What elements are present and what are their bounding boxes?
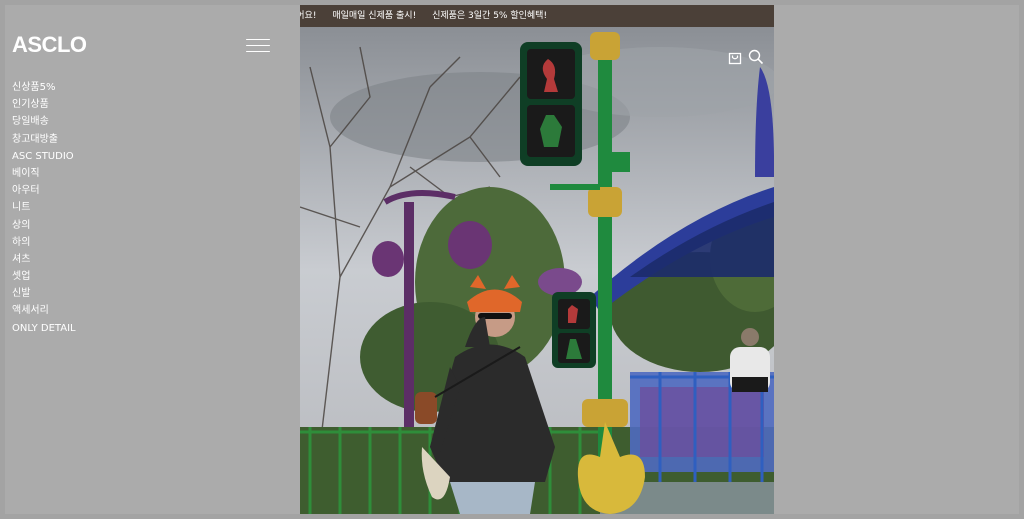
banner-message: 신제품은 3일간 5% 할인혜택!	[432, 11, 548, 21]
nav-item-bottom[interactable]: 하의	[12, 234, 76, 251]
brand-logo[interactable]: ASCLO	[12, 32, 87, 58]
nav-item-setup[interactable]: 셋업	[12, 268, 76, 285]
nav-item-basic[interactable]: 베이직	[12, 165, 76, 182]
announcement-banner: 있어요! 매일매일 신제품 출시! 신제품은 3일간 5% 할인혜택!	[300, 5, 774, 27]
banner-message: 매일매일 신제품 출시!	[332, 11, 417, 21]
nav-item-top[interactable]: 상의	[12, 217, 76, 234]
nav-item-outer[interactable]: 아우터	[12, 182, 76, 199]
nav-item-asc-studio[interactable]: ASC STUDIO	[12, 148, 76, 165]
nav-item-new-arrivals[interactable]: 신상품5%	[12, 79, 76, 96]
hero-photo[interactable]	[300, 27, 774, 514]
nav-item-popular[interactable]: 인기상품	[12, 96, 76, 113]
banner-message: 있어요!	[300, 11, 317, 21]
hamburger-menu-icon[interactable]	[246, 36, 272, 56]
nav-item-warehouse-sale[interactable]: 창고대방출	[12, 131, 76, 148]
nav-item-only-detail[interactable]: ONLY DETAIL	[12, 320, 76, 337]
nav-item-shirts[interactable]: 셔츠	[12, 251, 76, 268]
nav-item-same-day-delivery[interactable]: 당일배송	[12, 113, 76, 130]
nav-item-accessories[interactable]: 액세서리	[12, 302, 76, 319]
nav-item-knit[interactable]: 니트	[12, 199, 76, 216]
main-content: 있어요! 매일매일 신제품 출시! 신제품은 3일간 5% 할인혜택!	[300, 5, 774, 514]
category-nav: 신상품5% 인기상품 당일배송 창고대방출 ASC STUDIO 베이직 아우터…	[12, 79, 76, 337]
nav-item-shoes[interactable]: 신발	[12, 285, 76, 302]
search-icon[interactable]	[748, 49, 764, 65]
shopping-bag-icon[interactable]	[728, 49, 742, 65]
